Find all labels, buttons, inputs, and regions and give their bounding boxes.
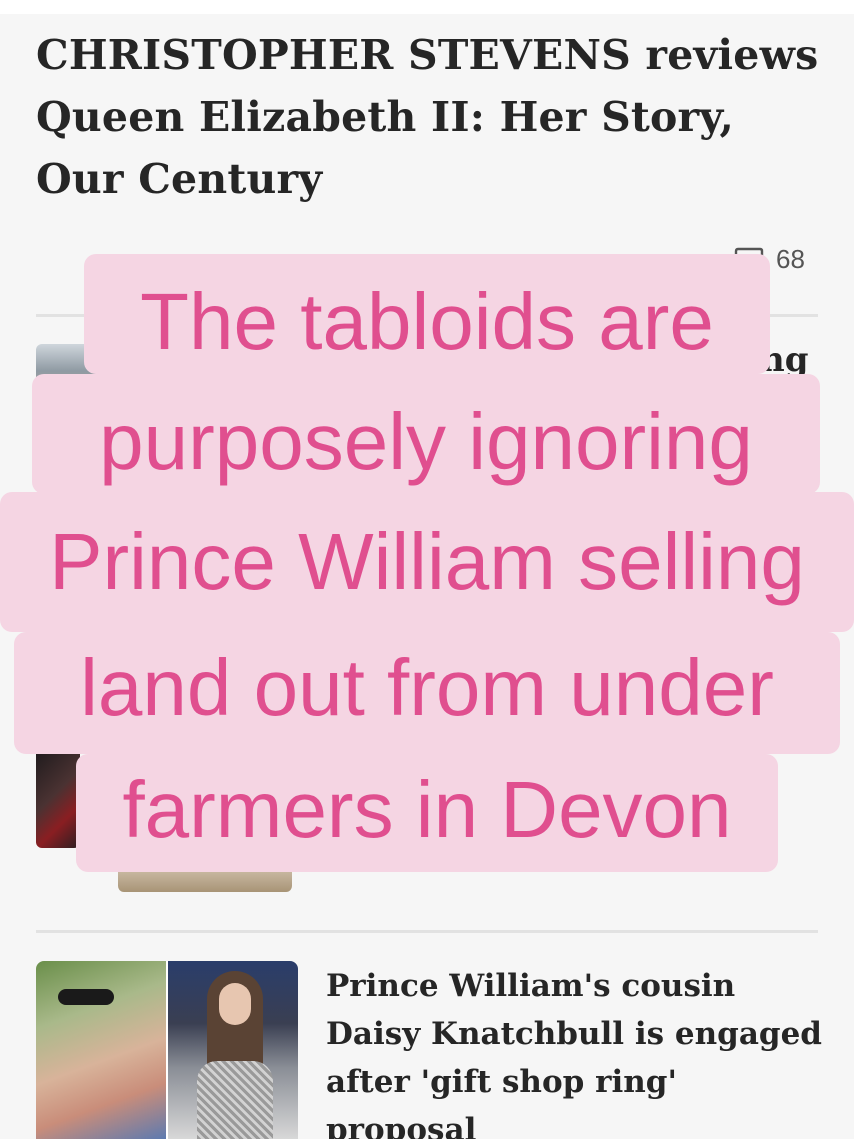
story-image[interactable] [36,961,298,1139]
news-feed-page: CHRISTOPHER STEVENS reviews Queen Elizab… [0,0,854,1139]
jacket-shape [197,1061,273,1139]
comment-count: 68 [776,244,805,274]
sunglasses-shape [58,989,114,1005]
overlay-caption-line: The tabloids are [84,254,770,374]
story-headline[interactable]: Prince William's cousin Daisy Knatchbull… [326,962,826,1139]
top-bar [0,0,854,14]
overlay-caption-line: land out from under [14,632,840,754]
face-shape [219,983,251,1025]
article-title[interactable]: CHRISTOPHER STEVENS reviews Queen Elizab… [36,24,826,210]
photo-separator [166,961,168,1139]
overlay-caption-line: Prince William selling [0,492,854,632]
divider [36,930,818,933]
portrait-photo [167,961,298,1139]
overlay-caption-line: farmers in Devon [76,754,778,872]
engagement-photo [36,961,167,1139]
story-thumbnail[interactable] [36,748,80,848]
overlay-caption-line: purposely ignoring [32,374,820,494]
